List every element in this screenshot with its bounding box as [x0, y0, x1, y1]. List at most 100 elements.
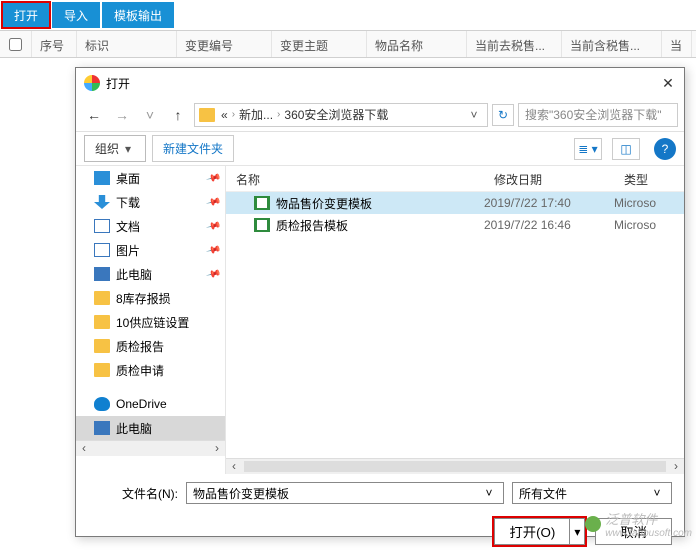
col-seq[interactable]: 序号 [32, 31, 77, 57]
pc-icon [94, 421, 110, 435]
tree-label: 此电脑 [116, 266, 152, 283]
recent-drop-icon[interactable]: ˅ [138, 103, 162, 127]
chevron-right-icon: › [277, 109, 280, 120]
tree-item[interactable]: 桌面 📌 [76, 166, 225, 190]
file-date: 2019/7/22 17:40 [484, 196, 614, 210]
tree-label: 10供应链设置 [116, 314, 189, 331]
tree-item[interactable]: 质检报告 [76, 334, 225, 358]
tree-item[interactable]: 此电脑 📌 [76, 262, 225, 286]
folder-icon [94, 315, 110, 329]
tree-label: 文档 [116, 218, 140, 235]
tree-label: 下载 [116, 194, 140, 211]
chevron-down-icon[interactable]: ˅ [649, 486, 665, 500]
col-price-incl[interactable]: 当前含税售... [562, 31, 662, 57]
chevron-down-icon[interactable]: ˅ [481, 486, 497, 500]
back-icon[interactable]: ← [82, 103, 106, 127]
excel-icon [254, 218, 270, 232]
import-button[interactable]: 导入 [52, 2, 100, 28]
pin-icon: 📌 [205, 194, 221, 210]
pin-icon: 📌 [205, 266, 221, 282]
search-input[interactable]: 搜索"360安全浏览器下载" [518, 103, 678, 127]
filename-input[interactable]: 物品售价变更模板˅ [186, 482, 504, 504]
top-toolbar: 打开 导入 模板输出 [0, 0, 696, 30]
col-change-no[interactable]: 变更编号 [177, 31, 272, 57]
tree-item[interactable]: 下载 📌 [76, 190, 225, 214]
tree-item[interactable]: 此电脑 [76, 416, 225, 440]
folder-icon [94, 339, 110, 353]
col-mark[interactable]: 标识 [77, 31, 177, 57]
close-icon[interactable]: ✕ [660, 75, 676, 92]
folder-icon [94, 363, 110, 377]
up-icon[interactable]: ↑ [166, 103, 190, 127]
chevron-right-icon: › [232, 109, 235, 120]
select-all-checkbox[interactable] [9, 38, 22, 51]
pc-icon [94, 267, 110, 281]
preview-pane-button[interactable]: ◫ [612, 138, 640, 160]
tree-label: 图片 [116, 242, 140, 259]
col-more[interactable]: 当 [662, 31, 692, 57]
tree-label: 此电脑 [116, 420, 152, 437]
file-name: 物品售价变更模板 [276, 195, 484, 212]
tree-item[interactable]: OneDrive [76, 392, 225, 416]
file-type: Microso [614, 196, 684, 210]
tree-item[interactable]: 质检申请 [76, 358, 225, 382]
folder-icon [199, 108, 215, 122]
open-button[interactable]: 打开 [2, 2, 50, 28]
tree-label: 质检申请 [116, 362, 164, 379]
file-row[interactable]: 物品售价变更模板2019/7/22 17:40Microso [226, 192, 684, 214]
view-mode-button[interactable]: ≣ ▾ [574, 138, 602, 160]
col-subject[interactable]: 变更主题 [272, 31, 367, 57]
col-item-name[interactable]: 物品名称 [367, 31, 467, 57]
breadcrumb[interactable]: « › 新加... › 360安全浏览器下载 ˅ [194, 103, 488, 127]
col-date[interactable]: 修改日期 [484, 166, 614, 191]
nav-tree: 桌面 📌 下载 📌 文档📌 图片 📌 此电脑 📌 8库存报损 10供应链设置质检报告质检申请 OneD… [76, 166, 226, 474]
tree-label: OneDrive [116, 397, 167, 411]
col-price-excl[interactable]: 当前去税售... [467, 31, 562, 57]
breadcrumb-seg2[interactable]: 360安全浏览器下载 [284, 106, 388, 123]
dialog-body: 桌面 📌 下载 📌 文档📌 图片 📌 此电脑 📌 8库存报损 10供应链设置质检报告质检申请 OneD… [76, 166, 684, 474]
breadcrumb-seg1[interactable]: 新加... [239, 106, 273, 123]
tree-label: 8库存报损 [116, 290, 171, 307]
file-list-header: 名称 修改日期 类型 [226, 166, 684, 192]
breadcrumb-root[interactable]: « [221, 108, 228, 122]
tree-item[interactable]: 图片 📌 [76, 238, 225, 262]
chevron-down-icon: ▾ [121, 142, 135, 156]
docs-icon [94, 219, 110, 233]
tree-item[interactable]: 8库存报损 [76, 286, 225, 310]
pin-icon: 📌 [205, 242, 221, 258]
navbar: ← → ˅ ↑ « › 新加... › 360安全浏览器下载 ˅ ↻ 搜索"36… [76, 98, 684, 132]
tree-item[interactable]: 文档📌 [76, 214, 225, 238]
dialog-title: 打开 [106, 75, 130, 92]
file-pane: 名称 修改日期 类型 物品售价变更模板2019/7/22 17:40Micros… [226, 166, 684, 474]
tree-label: 桌面 [116, 170, 140, 187]
col-name[interactable]: 名称 [226, 166, 484, 191]
file-scrollbar[interactable]: ‹› [226, 458, 684, 474]
help-icon[interactable]: ? [654, 138, 676, 160]
dialog-toolbar: 组织▾ 新建文件夹 ≣ ▾ ◫ ? [76, 132, 684, 166]
file-row[interactable]: 质检报告模板2019/7/22 16:46Microso [226, 214, 684, 236]
organize-button[interactable]: 组织▾ [84, 135, 146, 162]
chevron-down-icon[interactable]: ˅ [465, 108, 483, 122]
file-name: 质检报告模板 [276, 217, 484, 234]
tree-scrollbar[interactable]: ‹› [76, 440, 225, 456]
tree-label: 质检报告 [116, 338, 164, 355]
file-date: 2019/7/22 16:46 [484, 218, 614, 232]
folder-icon [94, 291, 110, 305]
tree-item[interactable]: 10供应链设置 [76, 310, 225, 334]
pin-icon: 📌 [205, 170, 221, 186]
desktop-icon [94, 171, 110, 185]
open-dialog: 打开 ✕ ← → ˅ ↑ « › 新加... › 360安全浏览器下载 ˅ ↻ … [75, 67, 685, 537]
grid-header: 序号 标识 变更编号 变更主题 物品名称 当前去税售... 当前含税售... 当 [0, 30, 696, 58]
file-type: Microso [614, 218, 684, 232]
new-folder-button[interactable]: 新建文件夹 [152, 135, 234, 162]
filter-select[interactable]: 所有文件˅ [512, 482, 672, 504]
filename-label: 文件名(N): [88, 485, 178, 502]
open-button-group: 打开(O) ▾ [492, 516, 587, 547]
titlebar: 打开 ✕ [76, 68, 684, 98]
dialog-bottom: 文件名(N): 物品售价变更模板˅ 所有文件˅ 打开(O) ▾ 取消 [76, 474, 684, 555]
refresh-icon[interactable]: ↻ [492, 104, 514, 126]
template-output-button[interactable]: 模板输出 [102, 2, 174, 28]
col-type[interactable]: 类型 [614, 166, 684, 191]
pics-icon [94, 243, 110, 257]
col-checkbox [0, 31, 32, 57]
